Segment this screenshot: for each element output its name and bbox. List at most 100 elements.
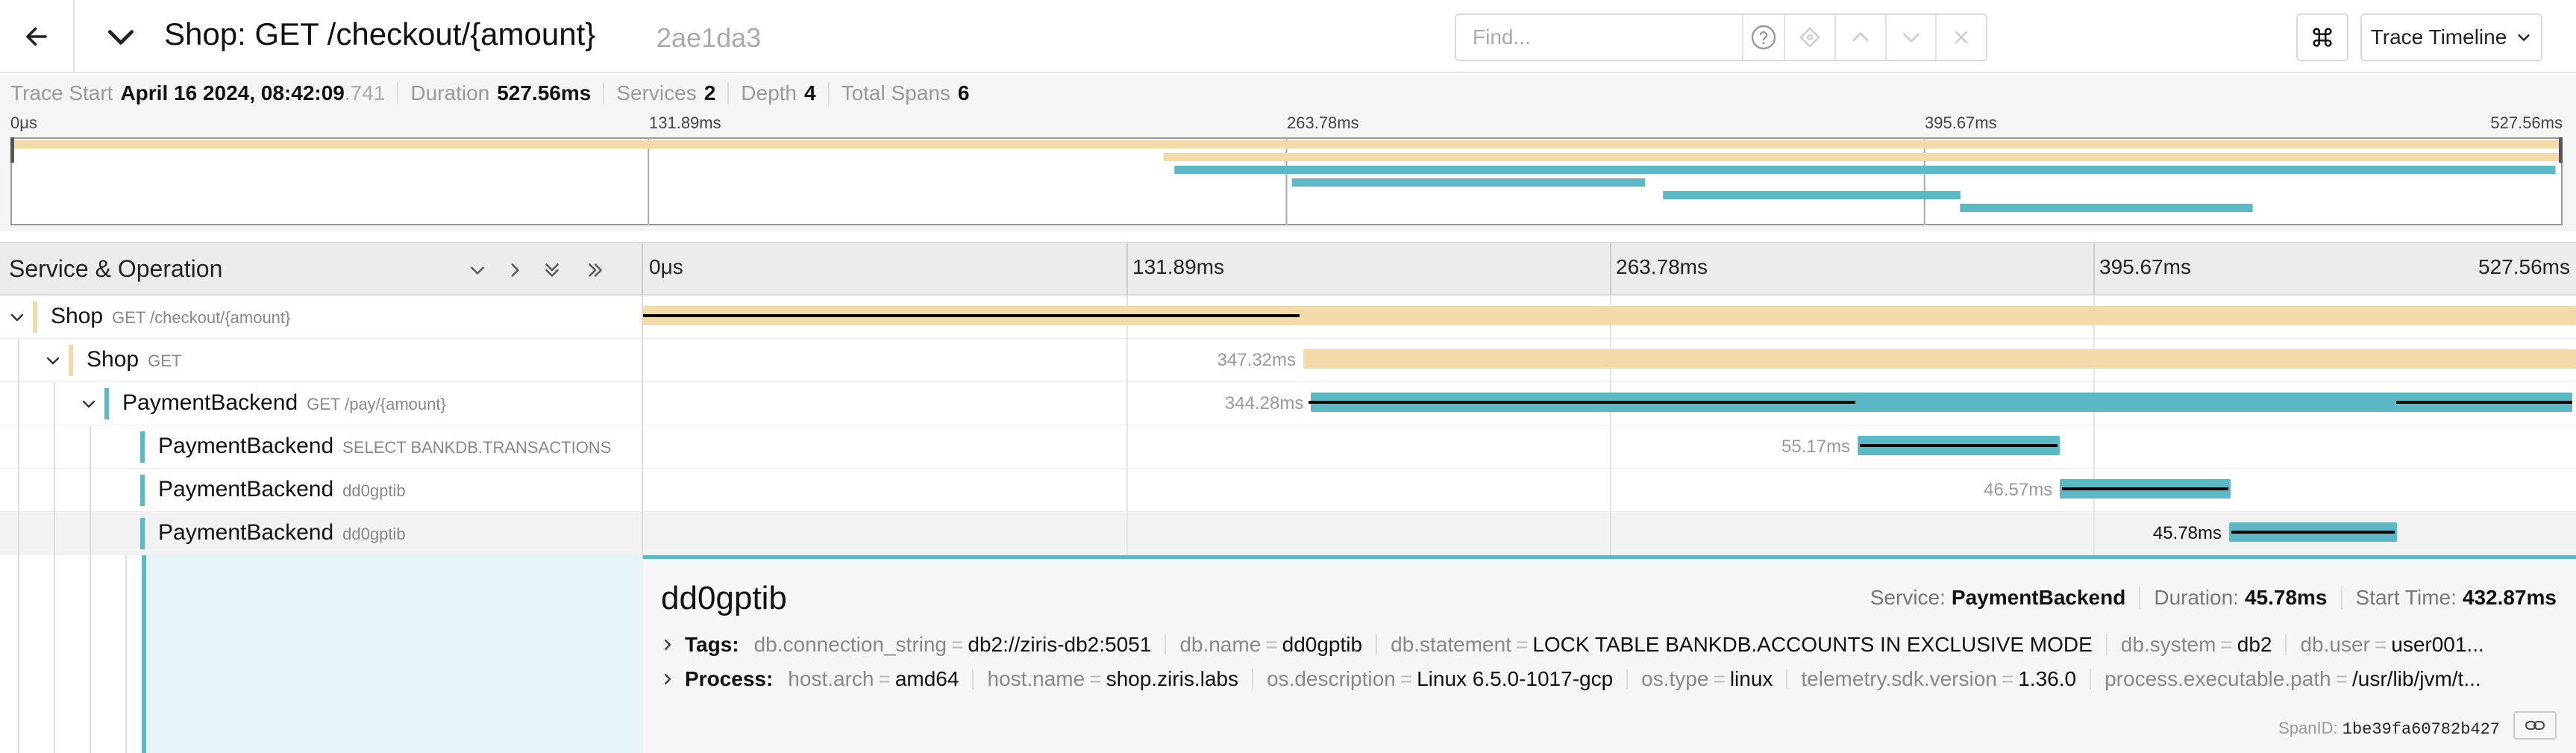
chevron-down-icon	[107, 30, 134, 45]
row-toggle[interactable]	[4, 304, 30, 330]
span-timeline[interactable]: 344.28ms	[643, 382, 2576, 425]
prev-result-button[interactable]	[1834, 15, 1885, 60]
minimap-handle-right[interactable]	[2559, 137, 2563, 163]
timeline-tick: 0μs	[649, 255, 683, 278]
span-row[interactable]: PaymentBackend dd0gptib 46.57ms	[0, 469, 2576, 512]
span-timeline[interactable]	[643, 296, 2576, 339]
operation-name: GET /checkout/{amount}	[112, 308, 291, 327]
divider	[827, 82, 830, 104]
chevron-right-icon	[664, 673, 671, 685]
back-button[interactable]	[0, 0, 75, 73]
span-row-label[interactable]: Shop GET /checkout/{amount}	[0, 296, 643, 339]
service-name: Shop GET	[87, 347, 181, 372]
service-label: Shop	[87, 347, 140, 372]
trace-id: 2ae1da3	[656, 22, 762, 53]
service-label: PaymentBackend	[158, 520, 334, 545]
span-row-selected[interactable]: PaymentBackend dd0gptib 45.78ms	[0, 512, 2576, 555]
duration-value: 527.56ms	[497, 81, 592, 104]
service-label: PaymentBackend	[122, 390, 298, 415]
tree-guide	[18, 425, 19, 469]
tree-guide	[18, 469, 19, 512]
clear-search-button[interactable]	[1935, 15, 1986, 60]
span-id-label: SpanID:	[2278, 719, 2338, 737]
critical-path-line	[1309, 401, 1855, 404]
find-input[interactable]	[1456, 15, 1742, 60]
span-row-label[interactable]: PaymentBackend dd0gptib	[0, 469, 643, 512]
minimap-handle-left[interactable]	[10, 137, 14, 163]
process-row[interactable]: Process: host.arch = amd64 host.name = shop.…	[661, 667, 2556, 691]
span-row[interactable]: Shop GET 347.32ms	[0, 339, 2576, 382]
minimap-canvas[interactable]	[10, 137, 2563, 225]
operation-name: GET /pay/{amount}	[307, 395, 446, 413]
column-resizer[interactable]	[642, 243, 643, 297]
trace-summary: Trace Start April 16 2024, 08:42:09.741 …	[0, 75, 2576, 112]
locate-span-button[interactable]	[1784, 15, 1834, 60]
row-toggle[interactable]	[40, 348, 66, 373]
service-name: PaymentBackend dd0gptib	[158, 520, 406, 546]
service-color-bar	[69, 345, 73, 376]
trace-services: Services 2	[616, 81, 715, 105]
tree-guide	[54, 555, 55, 753]
operation-name: GET	[148, 351, 182, 370]
span-timeline[interactable]: 46.57ms	[643, 469, 2576, 512]
tree-guide	[54, 512, 55, 555]
process-key: os.description	[1266, 667, 1396, 690]
span-timeline[interactable]: 347.32ms	[643, 339, 2576, 382]
view-selector[interactable]: Trace Timeline	[2360, 13, 2542, 61]
tree-guide	[54, 469, 55, 512]
span-row[interactable]: PaymentBackend GET /pay/{amount} 344.28ms	[0, 382, 2576, 425]
collapse-header-button[interactable]	[97, 16, 145, 58]
span-row-label[interactable]: PaymentBackend GET /pay/{amount}	[0, 382, 643, 425]
trace-total-spans: Total Spans 6	[842, 81, 970, 105]
tag-item: db.statement = LOCK TABLE BANKDB.ACCOUNTS …	[1391, 633, 2093, 656]
help-icon	[1752, 25, 1776, 50]
tags-row[interactable]: Tags: db.connection_string = db2://ziris-d…	[661, 633, 2556, 657]
tree-guide	[90, 469, 91, 512]
tree-guide	[18, 339, 19, 382]
span-row-label[interactable]: PaymentBackend SELECT BANKDB.TRANSACTIONS	[0, 425, 643, 469]
total-spans-label: Total Spans	[841, 81, 950, 104]
row-toggle[interactable]	[76, 391, 101, 416]
find-help-button[interactable]	[1742, 15, 1784, 60]
divider	[397, 82, 399, 104]
span-row[interactable]: Shop GET /checkout/{amount}	[0, 296, 2576, 339]
span-row[interactable]: PaymentBackend SELECT BANKDB.TRANSACTIONS…	[0, 425, 2576, 469]
collapse-one-button[interactable]	[461, 254, 494, 287]
grid-line	[1610, 469, 1611, 512]
critical-path-line	[1860, 444, 2058, 447]
span-row-label[interactable]: PaymentBackend dd0gptib	[0, 512, 643, 555]
minimap-tick: 263.78ms	[1287, 113, 1359, 132]
keyboard-shortcuts-button[interactable]	[2296, 13, 2348, 61]
trace-start-ms: .741	[344, 81, 386, 104]
collapse-all-button[interactable]	[536, 254, 568, 287]
tag-item: db.connection_string = db2://ziris-db2:505…	[753, 633, 1152, 656]
divider	[2105, 634, 2108, 655]
trace-duration: Duration 527.56ms	[410, 81, 591, 105]
process-key: telemetry.sdk.version	[1801, 667, 1997, 690]
span-timeline[interactable]: 45.78ms	[643, 512, 2576, 555]
view-selector-label: Trace Timeline	[2370, 25, 2507, 49]
operation-name: dd0gptib	[342, 525, 406, 543]
span-row-label[interactable]: Shop GET	[0, 339, 643, 382]
copy-link-button[interactable]	[2513, 711, 2557, 740]
tag-key: db.user	[2300, 633, 2370, 656]
services-label: Services	[616, 81, 697, 104]
trace-title: Shop: GET /checkout/{amount}	[164, 16, 596, 51]
next-result-button[interactable]	[1884, 15, 1936, 60]
expand-all-button[interactable]	[579, 254, 612, 287]
detail-fill	[146, 555, 643, 753]
grid-line	[1126, 382, 1128, 425]
tree-guide	[18, 382, 19, 425]
trace-minimap[interactable]: 0μs 131.89ms 263.78ms 395.67ms 527.56ms	[0, 112, 2576, 231]
divider	[972, 669, 974, 690]
divider	[1251, 669, 1253, 690]
process-key: host.arch	[788, 667, 874, 690]
service-name: PaymentBackend dd0gptib	[158, 477, 406, 502]
divider	[2139, 587, 2141, 609]
span-bar[interactable]	[1303, 349, 2576, 369]
critical-path-line	[2231, 531, 2395, 534]
minimap-span	[1174, 166, 2556, 174]
span-timeline[interactable]: 55.17ms	[643, 425, 2576, 469]
tree-guide	[90, 555, 91, 753]
expand-one-button[interactable]	[498, 254, 531, 287]
